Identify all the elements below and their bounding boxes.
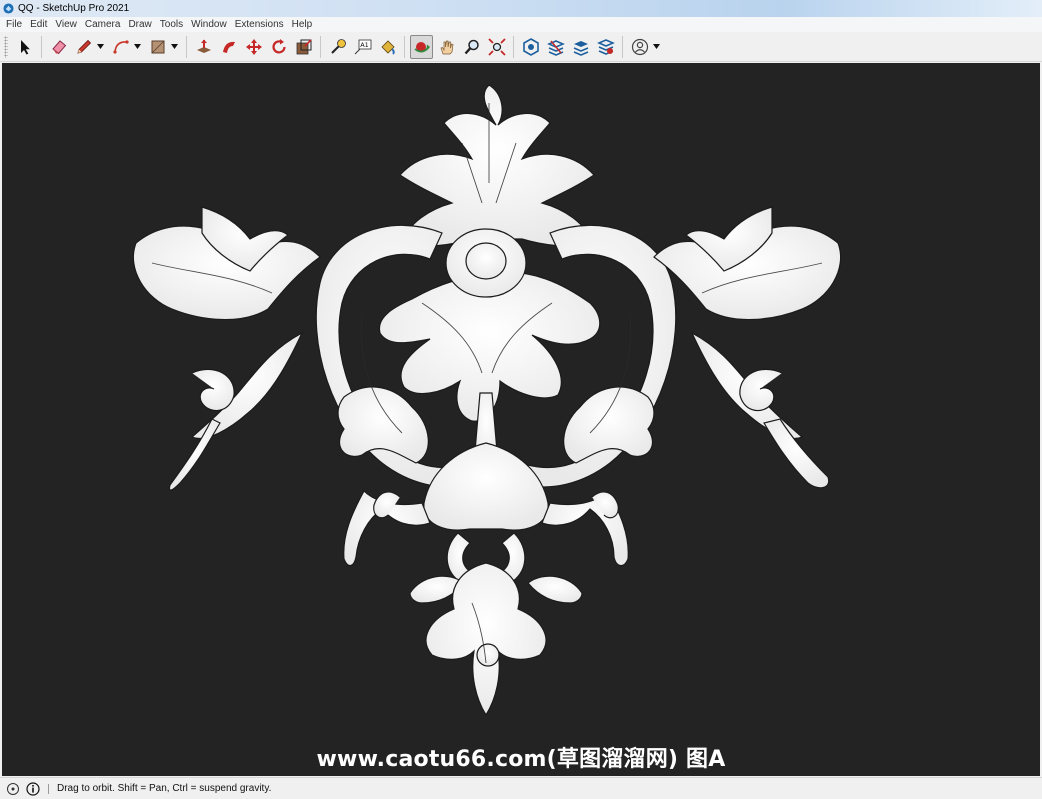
status-message: Drag to orbit. Shift = Pan, Ctrl = suspe… [57, 783, 272, 794]
push-pull-icon [196, 39, 211, 53]
ornament-model [132, 84, 842, 717]
chevron-down-icon [97, 44, 104, 49]
rectangle-tool-dropdown[interactable] [170, 35, 179, 59]
follow-me-tool-button[interactable] [217, 35, 240, 59]
zoom-extents-icon [487, 37, 506, 56]
tape-measure-icon [330, 38, 346, 54]
toolbar-separator [186, 35, 187, 58]
select-tool-button[interactable] [13, 35, 36, 59]
zoom-tool-button[interactable] [460, 35, 483, 59]
pencil-icon [76, 39, 91, 54]
scale-tool-button[interactable] [292, 35, 315, 59]
info-icon[interactable] [26, 781, 40, 796]
arc-tool-dropdown[interactable] [133, 35, 142, 59]
account-dropdown[interactable] [652, 35, 661, 59]
paint-bucket-tool-button[interactable] [376, 35, 399, 59]
extension-manager-icon [596, 38, 615, 55]
arc-icon [112, 39, 129, 54]
scale-icon [296, 38, 312, 54]
rectangle-tool-button[interactable] [146, 35, 169, 59]
menu-camera[interactable]: Camera [82, 19, 126, 30]
menu-extensions[interactable]: Extensions [232, 19, 289, 30]
chevron-down-icon [171, 44, 178, 49]
toolbar-separator [404, 35, 405, 58]
window-title: QQ - SketchUp Pro 2021 [18, 3, 130, 14]
rotate-icon [271, 38, 286, 53]
menu-bar: File Edit View Camera Draw Tools Window … [0, 17, 1042, 32]
status-bar: Drag to orbit. Shift = Pan, Ctrl = suspe… [0, 777, 1042, 799]
toolbar-separator [622, 35, 623, 58]
svg-text:A1: A1 [360, 41, 369, 49]
eraser-icon [51, 39, 66, 54]
watermark-text: www.caotu66.com(草图溜溜网) 图A [316, 747, 726, 772]
menu-help[interactable]: Help [289, 19, 318, 30]
push-pull-tool-button[interactable] [192, 35, 215, 59]
hand-icon [440, 40, 453, 54]
extension-manager-button[interactable] [594, 35, 617, 59]
text-tool-button[interactable]: A1 [351, 35, 374, 59]
orbit-tool-button[interactable] [410, 34, 433, 59]
toolbar-grip[interactable] [4, 35, 8, 58]
pan-tool-button[interactable] [435, 35, 458, 59]
line-tool-dropdown[interactable] [96, 35, 105, 59]
extension-warehouse-button[interactable] [544, 35, 567, 59]
extension-warehouse-icon [546, 39, 565, 56]
menu-tools[interactable]: Tools [157, 19, 188, 30]
sketchup-window: QQ - SketchUp Pro 2021 File Edit View Ca… [0, 0, 1042, 799]
follow-me-icon [222, 41, 235, 53]
menu-file[interactable]: File [3, 19, 27, 30]
modeling-viewport[interactable]: www.caotu66.com(草图溜溜网) 图A [2, 63, 1040, 776]
menu-draw[interactable]: Draw [125, 19, 156, 30]
toolbar-separator [513, 35, 514, 58]
move-tool-button[interactable] [242, 35, 265, 59]
arrow-cursor-icon [20, 39, 30, 54]
text-icon: A1 [354, 39, 371, 54]
toolbar-separator [41, 35, 42, 58]
menu-edit[interactable]: Edit [27, 19, 52, 30]
menu-window[interactable]: Window [188, 19, 232, 30]
toolbar-separator [320, 35, 321, 58]
geo-location-icon[interactable] [6, 782, 20, 796]
arc-tool-button[interactable] [109, 35, 132, 59]
chevron-down-icon [134, 44, 141, 49]
rotate-tool-button[interactable] [267, 35, 290, 59]
tape-measure-tool-button[interactable] [326, 35, 349, 59]
title-bar: QQ - SketchUp Pro 2021 [0, 0, 1042, 17]
toolbar: A1 [0, 32, 1042, 62]
orbit-icon [413, 41, 430, 52]
layout-icon [573, 40, 588, 56]
warehouse-icon [522, 37, 539, 56]
line-tool-button[interactable] [72, 35, 95, 59]
account-button[interactable] [628, 35, 651, 59]
magnifier-icon [464, 39, 479, 54]
move-icon [245, 38, 262, 55]
menu-view[interactable]: View [52, 19, 82, 30]
layout-send-button[interactable] [569, 35, 592, 59]
sketchup-logo-icon [3, 3, 14, 14]
status-separator [48, 783, 49, 794]
paint-bucket-icon [380, 39, 395, 55]
rectangle-icon [151, 40, 164, 53]
3d-warehouse-button[interactable] [519, 35, 542, 59]
chevron-down-icon [653, 44, 660, 49]
eraser-tool-button[interactable] [47, 35, 70, 59]
zoom-extents-tool-button[interactable] [485, 35, 508, 59]
user-icon [631, 38, 648, 55]
